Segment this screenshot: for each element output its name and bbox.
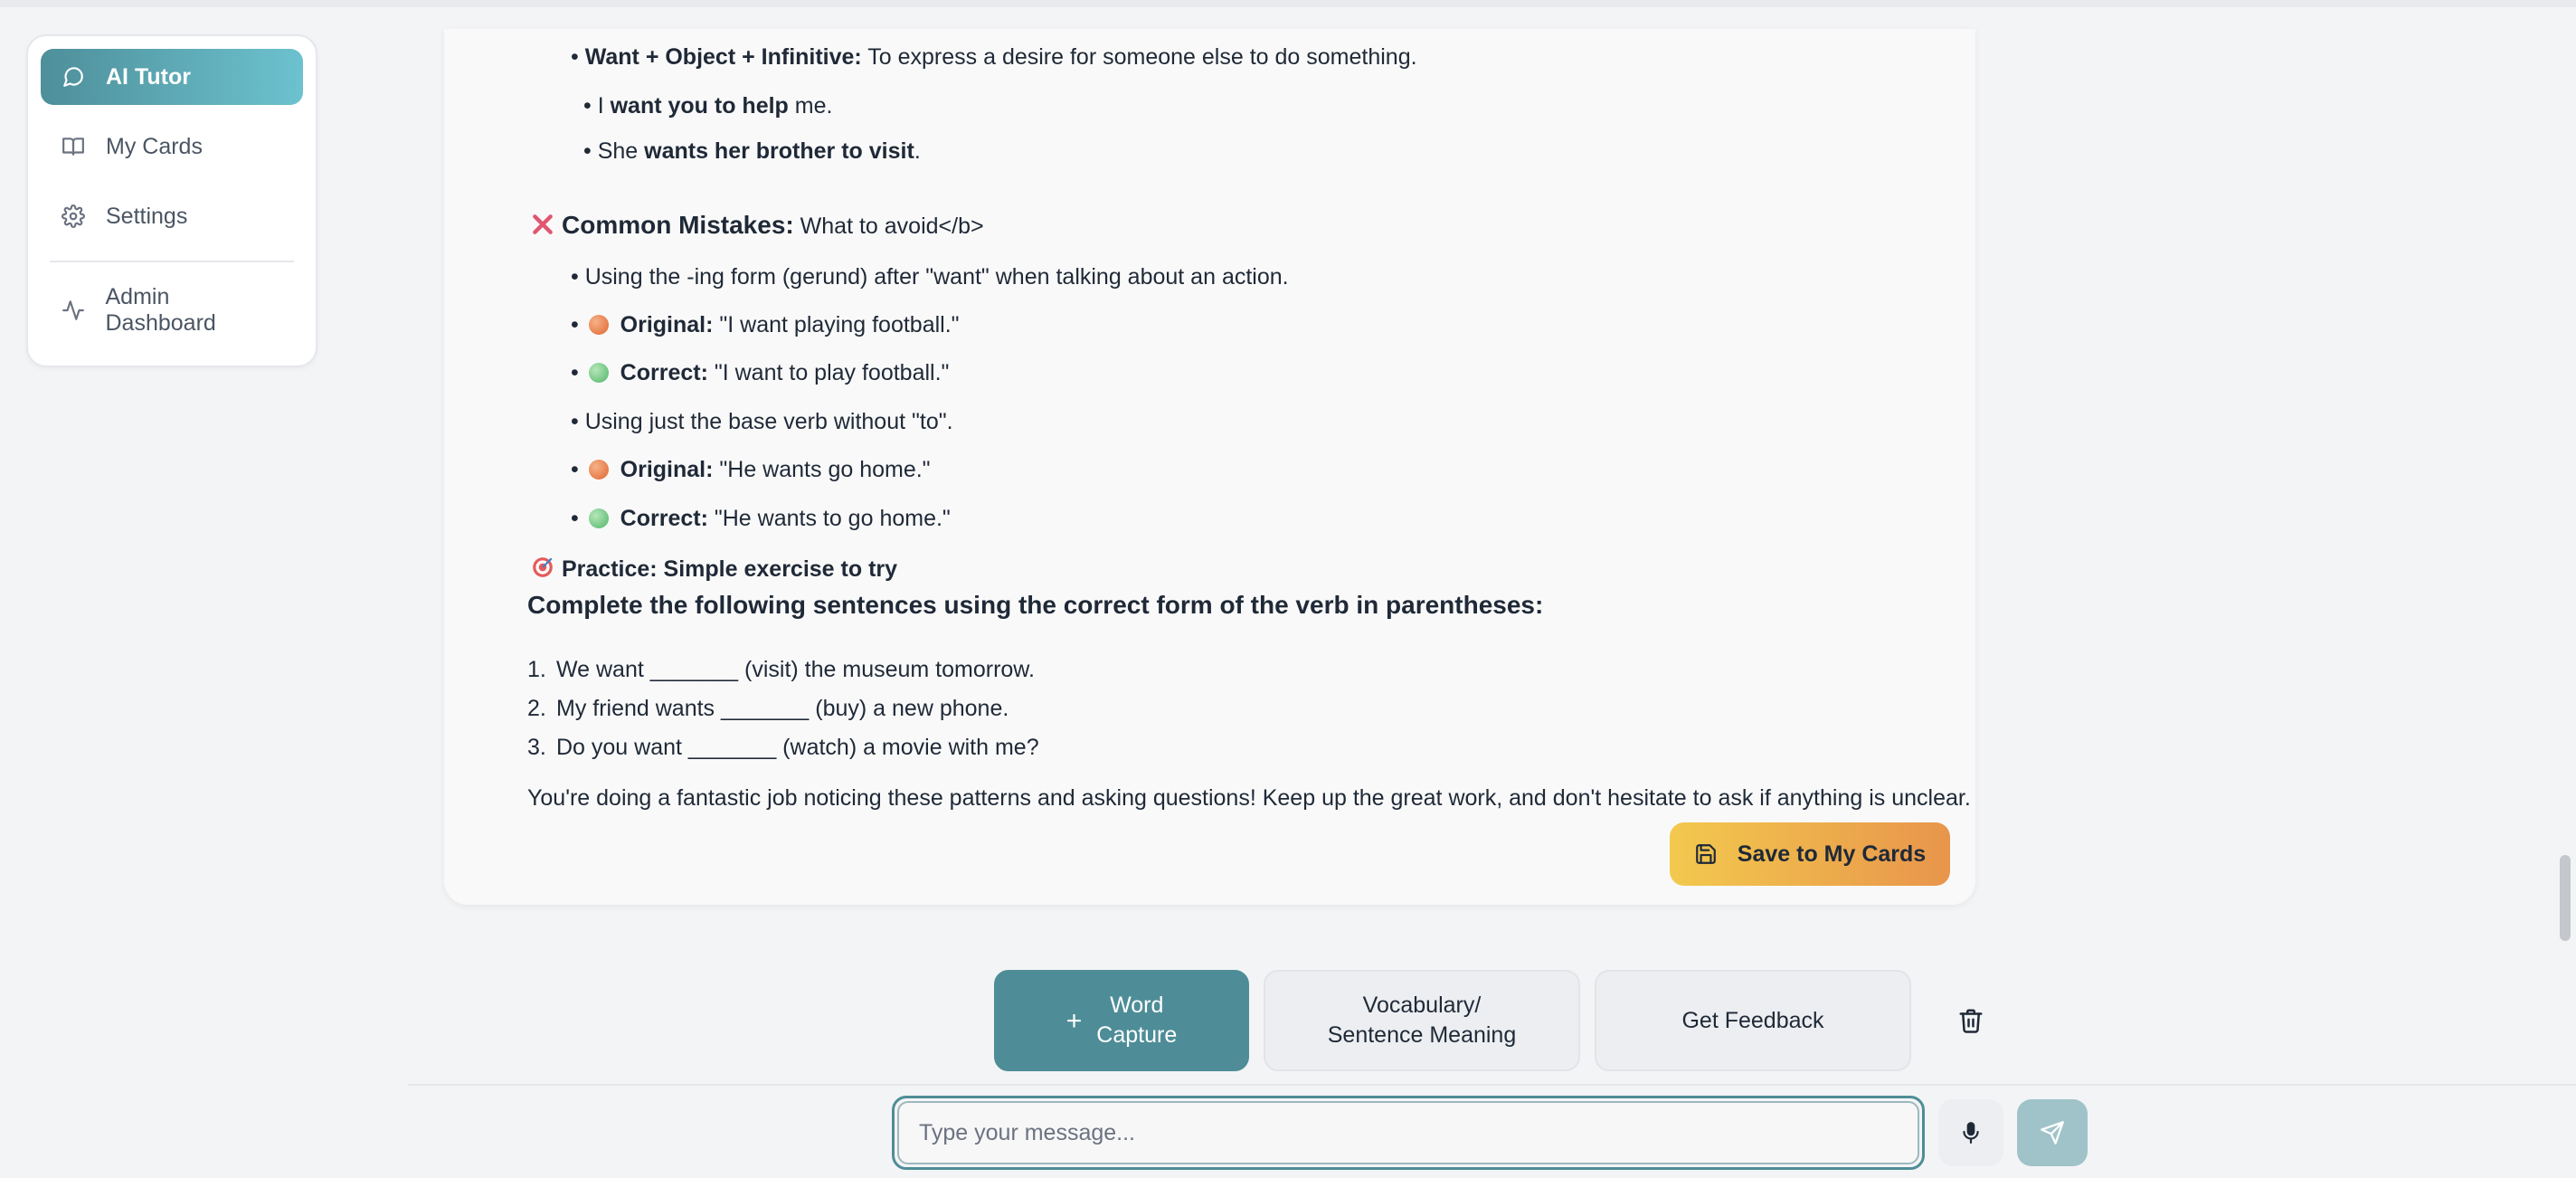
message-input-wrapper: [892, 1096, 1925, 1170]
mistake-text: Using the -ing form (gerund) after "want…: [584, 264, 1289, 290]
save-button-label: Save to My Cards: [1737, 841, 1927, 867]
activity-icon: [61, 298, 86, 323]
practice-title-text: Practice: Simple exercise to try: [562, 556, 898, 582]
message-input[interactable]: [897, 1101, 1919, 1164]
correct-text: "He wants to go home.": [714, 506, 951, 531]
mistake-1-correct: • Correct: "I want to play football.": [571, 360, 950, 385]
sidebar-item-label: Settings: [106, 203, 188, 229]
green-dot-icon: [588, 363, 609, 383]
example-1: • I want you to help me.: [583, 93, 833, 119]
scrollbar-thumb[interactable]: [2560, 855, 2571, 941]
original-label: Original:: [620, 457, 714, 482]
original-label: Original:: [620, 312, 714, 337]
exercise-text: My friend wants _______ (buy) a new phon…: [556, 696, 1009, 721]
closing-message: You're doing a fantastic job noticing th…: [527, 785, 1971, 811]
original-text: "I want playing football.": [719, 312, 960, 337]
original-text: "He wants go home.": [719, 457, 931, 482]
vocabulary-label: Vocabulary/ Sentence Meaning: [1328, 991, 1516, 1050]
save-icon: [1694, 842, 1718, 866]
sidebar-item-settings[interactable]: Settings: [41, 188, 303, 244]
mistake-text: Using just the base verb without "to".: [584, 409, 953, 434]
exercise-text: Do you want _______ (watch) a movie with…: [556, 735, 1039, 760]
mistake-2-correct: • Correct: "He wants to go home.": [571, 506, 951, 531]
example-bold: wants her brother to visit: [644, 138, 914, 164]
get-feedback-button[interactable]: Get Feedback: [1595, 970, 1911, 1071]
quick-actions: + Word Capture Vocabulary/ Sentence Mean…: [994, 970, 1989, 1071]
mistake-1-original: • Original: "I want playing football.": [571, 312, 960, 337]
practice-heading: Complete the following sentences using t…: [527, 591, 1544, 619]
sidebar-item-label: My Cards: [106, 133, 203, 159]
rule-title: Want + Object + Infinitive:: [584, 44, 862, 70]
sidebar-item-my-cards[interactable]: My Cards: [41, 119, 303, 175]
top-strip: [0, 0, 2576, 7]
send-icon: [2040, 1120, 2065, 1145]
correct-text: "I want to play football.": [714, 360, 950, 385]
trash-icon[interactable]: [1953, 1002, 1989, 1039]
mistakes-title: Common Mistakes:: [562, 211, 794, 239]
input-divider: [408, 1084, 2576, 1086]
label-line: Capture: [1096, 1022, 1178, 1048]
gear-icon: [61, 204, 86, 229]
microphone-button[interactable]: [1938, 1099, 2003, 1166]
sidebar-item-label: Admin Dashboard: [105, 284, 216, 336]
vocabulary-meaning-button[interactable]: Vocabulary/ Sentence Meaning: [1264, 970, 1580, 1071]
correct-label: Correct:: [620, 506, 708, 531]
label-line: Sentence Meaning: [1327, 1022, 1517, 1048]
sidebar: AI Tutor My Cards Settings Admin Dashboa…: [26, 34, 317, 367]
chat-bubble-icon: [61, 64, 86, 90]
tutor-message-card: • Want + Object + Infinitive: To express…: [444, 29, 1975, 905]
book-icon: [61, 134, 86, 159]
microphone-icon: [1959, 1121, 1983, 1145]
label-line: Word: [1110, 993, 1164, 1018]
mistake-2: • Using just the base verb without "to".: [571, 409, 953, 434]
word-capture-label: Word Capture: [1096, 991, 1177, 1050]
sidebar-item-label: AI Tutor: [106, 63, 191, 90]
common-mistakes-heading: Common Mistakes: What to avoid</b>: [531, 211, 984, 242]
target-icon: [531, 556, 554, 585]
exercise-number: 1.: [527, 657, 546, 682]
example-text: She: [597, 138, 645, 164]
orange-dot-icon: [588, 315, 609, 335]
practice-title: Practice: Simple exercise to try: [531, 556, 897, 585]
correct-label: Correct:: [620, 360, 708, 385]
mistakes-desc: What to avoid</b>: [800, 214, 984, 239]
sidebar-divider: [50, 261, 294, 262]
exercise-item: 1. We want _______ (visit) the museum tom…: [527, 657, 1035, 683]
mistake-1: • Using the -ing form (gerund) after "wa…: [571, 264, 1289, 290]
rule-line: • Want + Object + Infinitive: To express…: [571, 44, 1417, 70]
green-dot-icon: [588, 508, 609, 528]
rule-desc: To express a desire for someone else to …: [867, 44, 1417, 70]
sidebar-item-ai-tutor[interactable]: AI Tutor: [41, 49, 303, 105]
send-button[interactable]: [2017, 1099, 2088, 1166]
exercise-item: 2. My friend wants _______ (buy) a new ph…: [527, 696, 1009, 722]
exercise-item: 3. Do you want _______ (watch) a movie wi…: [527, 735, 1039, 761]
exercise-number: 2.: [527, 696, 546, 721]
exercise-number: 3.: [527, 735, 546, 760]
example-text: .: [914, 138, 921, 164]
save-to-my-cards-button[interactable]: Save to My Cards: [1670, 822, 1950, 886]
word-capture-button[interactable]: + Word Capture: [994, 970, 1249, 1071]
example-bold: want you to help: [610, 93, 789, 119]
mistake-2-original: • Original: "He wants go home.": [571, 457, 931, 482]
plus-icon: +: [1065, 1005, 1083, 1036]
example-text: me.: [788, 93, 833, 119]
get-feedback-label: Get Feedback: [1681, 1007, 1824, 1033]
orange-dot-icon: [588, 460, 609, 480]
exercise-text: We want _______ (visit) the museum tomor…: [556, 657, 1035, 682]
sidebar-item-admin-dashboard[interactable]: Admin Dashboard: [41, 282, 303, 338]
example-2: • She wants her brother to visit.: [583, 138, 921, 164]
cross-icon: [531, 213, 554, 242]
example-text: I: [597, 93, 611, 119]
label-line: Vocabulary/: [1362, 993, 1482, 1018]
